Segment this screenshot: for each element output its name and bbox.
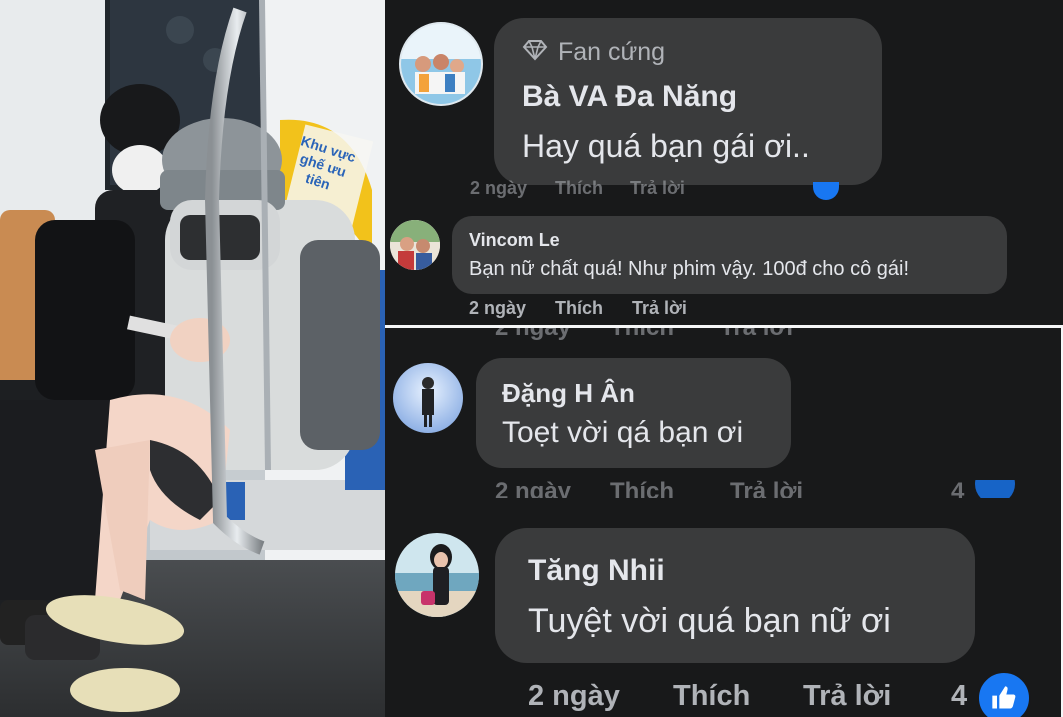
comment-panel-top: Fan cứng Bà VA Đa Năng Hay quá bạn gái ơ… xyxy=(385,0,1063,325)
avatar[interactable] xyxy=(393,363,463,433)
comment-bubble: Tăng Nhii Tuyệt vời quá bạn nữ ơi xyxy=(495,528,975,663)
avatar[interactable] xyxy=(395,533,479,617)
commenter-name[interactable]: Vincom Le xyxy=(469,230,560,251)
like-link[interactable]: Thích xyxy=(610,328,674,342)
like-link[interactable]: Thích xyxy=(610,480,674,498)
comment-text: Hay quá bạn gái ơi.. xyxy=(522,128,810,164)
comment-actions: 2 ngày Thích Trả lời xyxy=(470,178,870,198)
reply-link[interactable]: Trả lời xyxy=(730,480,803,498)
avatar-image xyxy=(390,220,440,270)
comment-text: Bạn nữ chất quá! Như phim vậy. 100đ cho … xyxy=(469,258,909,280)
commenter-name[interactable]: Bà VA Đa Năng xyxy=(522,80,737,114)
comment-actions-clipped: 2 ngày Thích Trả lời xyxy=(495,328,895,342)
avatar-image xyxy=(395,533,479,617)
reply-link[interactable]: Trả lời xyxy=(720,328,793,342)
diamond-icon xyxy=(522,39,548,66)
reaction-count: 4 xyxy=(951,680,968,712)
like-link[interactable]: Thích xyxy=(673,680,750,713)
timestamp: 2 ngày xyxy=(495,480,572,498)
commenter-name[interactable]: Tăng Nhii xyxy=(528,554,665,588)
like-link[interactable]: Thích xyxy=(555,178,603,198)
badge-label: Fan cứng xyxy=(558,38,666,66)
commenter-name[interactable]: Đặng H Ân xyxy=(502,378,635,409)
avatar-image xyxy=(401,24,481,104)
timestamp: 2 ngày xyxy=(469,298,527,318)
comment-actions: 2 ngày Thích Trả lời 4 xyxy=(495,480,1055,498)
reply-link[interactable]: Trả lời xyxy=(632,298,687,319)
like-link[interactable]: Thích xyxy=(555,298,603,319)
comment-text: Toẹt vời qá bạn ơi xyxy=(502,416,744,449)
comment-text: Tuyệt vời quá bạn nữ ơi xyxy=(528,602,891,640)
avatar-image xyxy=(393,363,463,433)
thumbs-up-icon xyxy=(975,480,1015,498)
top-fan-badge: Fan cứng xyxy=(522,38,665,67)
avatar[interactable] xyxy=(390,220,440,270)
comment-bubble: Vincom Le Bạn nữ chất quá! Như phim vậy.… xyxy=(452,216,1007,294)
thumbs-up-icon[interactable] xyxy=(977,671,1031,717)
comment-bubble: Fan cứng Bà VA Đa Năng Hay quá bạn gái ơ… xyxy=(494,18,882,185)
avatar[interactable] xyxy=(399,22,483,106)
subway-photo: Khu vực ghế ưu tiên xyxy=(0,0,385,717)
timestamp: 2 ngày xyxy=(495,328,571,342)
reply-link[interactable]: Trả lời xyxy=(803,680,891,713)
comment-panel-bottom: 2 ngày Thích Trả lời Đặng H Ân Toẹt vời … xyxy=(385,328,1061,717)
comment-bubble: Đặng H Ân Toẹt vời qá bạn ơi xyxy=(476,358,791,468)
subway-photo-illustration xyxy=(0,0,385,717)
reaction-count: 4 xyxy=(951,480,965,498)
reply-link[interactable]: Trả lời xyxy=(630,178,685,198)
timestamp: 2 ngày xyxy=(470,178,528,198)
timestamp: 2 ngày xyxy=(528,680,620,712)
